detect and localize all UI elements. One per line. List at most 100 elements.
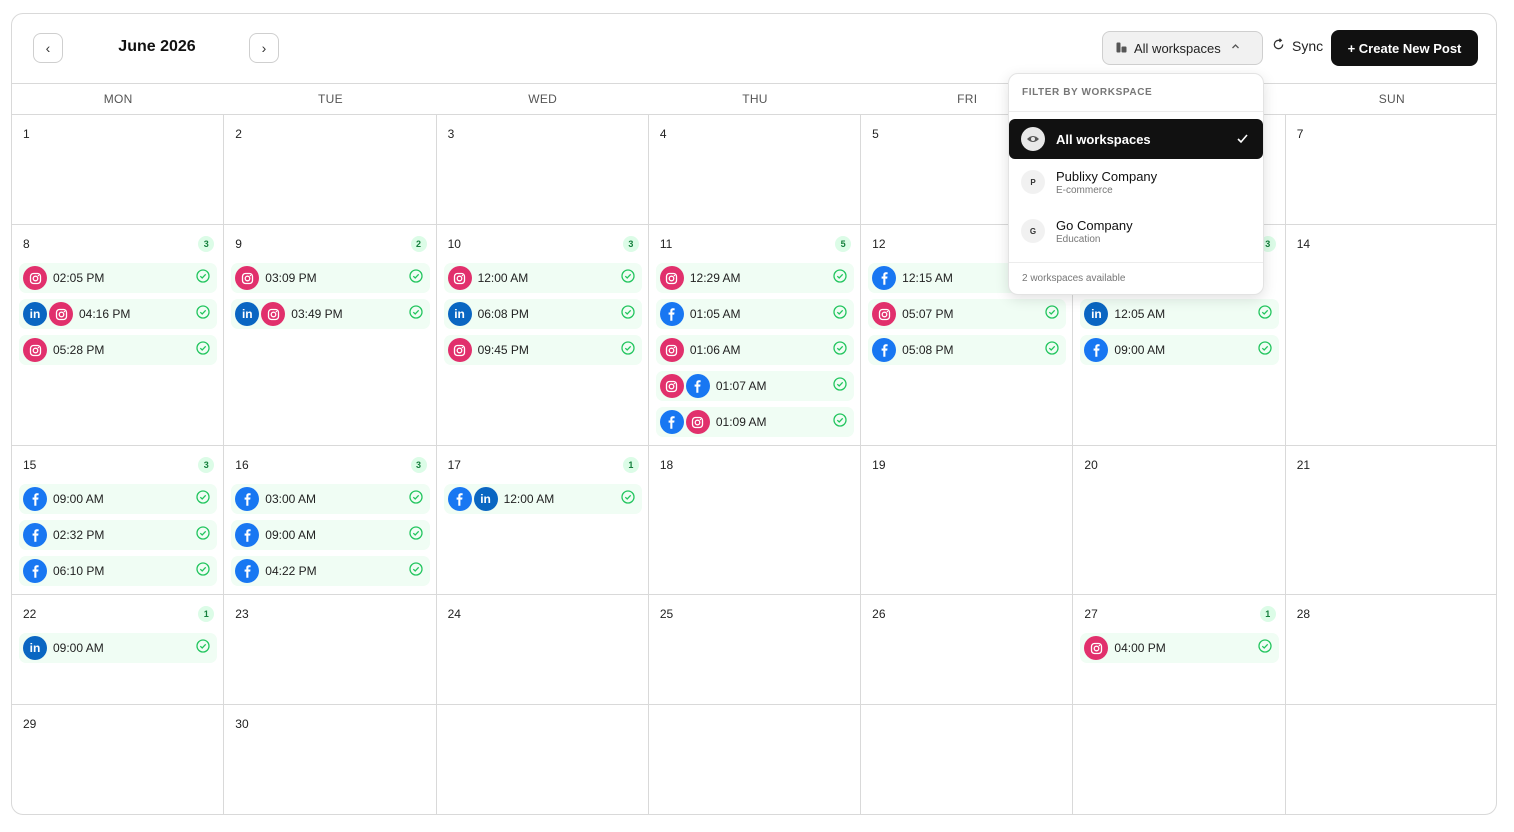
post-chip[interactable]: 09:00 AM [231, 520, 430, 550]
day-cell[interactable] [1286, 705, 1496, 814]
post-time: 05:28 PM [53, 343, 105, 357]
workspace-option-all[interactable]: All workspaces [1009, 119, 1263, 159]
prev-month-button[interactable]: ‹ [33, 33, 63, 63]
day-cell[interactable]: 18 [649, 446, 862, 594]
workspace-filter-label: All workspaces [1134, 40, 1221, 56]
day-cell[interactable] [1073, 705, 1286, 814]
day-cell[interactable]: 17 1 in 12:00 AM [437, 446, 649, 594]
post-chip[interactable]: 03:09 PM [231, 263, 430, 293]
post-chip[interactable]: in 12:05 AM [1080, 299, 1279, 329]
day-cell[interactable]: 22 1 in 09:00 AM [12, 595, 225, 704]
day-cell[interactable]: 1 [12, 115, 225, 224]
linkedin-icon: in [23, 636, 47, 660]
day-cell[interactable]: 11 5 12:29 AM 01:05 AM 01:06 AM 01:07 AM 01:09… [649, 225, 862, 445]
sync-button[interactable]: Sync [1272, 38, 1323, 54]
post-count-badge: 3 [410, 457, 427, 473]
day-cell[interactable]: 16 3 03:00 AM 09:00 AM 04:22 PM [224, 446, 437, 594]
weekday-label: THU [742, 92, 768, 106]
post-chip[interactable]: 04:00 PM [1080, 633, 1279, 663]
next-month-button[interactable]: › [249, 33, 279, 63]
create-new-post-button[interactable]: + Create New Post [1331, 30, 1478, 66]
post-chip[interactable]: 05:28 PM [19, 335, 218, 365]
post-chip[interactable]: 05:08 PM [868, 335, 1067, 365]
published-check-icon [196, 638, 213, 658]
post-chip[interactable]: 01:07 AM [655, 371, 855, 401]
day-cell[interactable]: 25 [649, 595, 862, 704]
day-number [1080, 715, 1278, 733]
workspace-filter-button[interactable]: All workspaces [1102, 31, 1263, 65]
day-cell[interactable]: 4 [649, 115, 862, 224]
day-cell[interactable] [861, 705, 1074, 814]
day-cell[interactable]: 10 3 12:00 AM in 06:08 PM 09:45 PM [437, 225, 649, 445]
post-chip[interactable]: 03:00 AM [231, 484, 430, 514]
post-chip[interactable]: 04:22 PM [231, 556, 430, 586]
day-cell[interactable]: 21 [1286, 446, 1496, 594]
post-chip[interactable]: 09:45 PM [443, 335, 642, 365]
day-cell[interactable]: 20 [1073, 446, 1286, 594]
day-cell[interactable]: 3 [437, 115, 649, 224]
workspace-option-publixy[interactable]: P Publixy Company E-commerce [1009, 162, 1263, 202]
post-chip[interactable]: 05:07 PM [868, 299, 1067, 329]
post-chip[interactable]: in 04:16 PM [19, 299, 218, 329]
day-cell[interactable]: 8 3 02:05 PM in 04:16 PM 05:28 PM [12, 225, 225, 445]
post-chip[interactable]: in 06:08 PM [443, 299, 642, 329]
day-number: 2 [235, 127, 242, 141]
day-cell[interactable]: 15 3 09:00 AM 02:32 PM 06:10 PM [12, 446, 225, 594]
facebook-icon [23, 523, 47, 547]
published-check-icon [196, 340, 213, 360]
post-chip[interactable]: 09:00 AM [1080, 335, 1279, 365]
instagram-icon [659, 374, 684, 398]
workspace-avatar: G [1021, 219, 1045, 243]
day-cell[interactable]: 9 2 03:09 PM in 03:49 PM [224, 225, 437, 445]
post-chip[interactable]: 02:05 PM [19, 263, 218, 293]
post-chip[interactable]: in 03:49 PM [231, 299, 430, 329]
workspace-option-category: Education [1056, 233, 1101, 245]
published-check-icon [408, 304, 426, 324]
day-cell[interactable]: 29 [12, 705, 225, 814]
day-cell[interactable]: 28 [1286, 595, 1496, 704]
post-list: 02:05 PM in 04:16 PM 05:28 PM [19, 263, 218, 365]
facebook-icon [23, 487, 47, 511]
day-cell[interactable]: 14 [1286, 225, 1496, 445]
workspace-option-go[interactable]: G Go Company Education [1009, 211, 1263, 251]
post-chip[interactable]: 12:29 AM [655, 263, 855, 293]
post-time: 03:00 AM [265, 492, 316, 506]
post-chip[interactable]: 01:06 AM [655, 335, 855, 365]
day-cell[interactable]: 19 [861, 446, 1074, 594]
published-check-icon [621, 489, 638, 509]
facebook-icon [1084, 338, 1109, 362]
post-chip[interactable]: 09:00 AM [19, 484, 218, 514]
day-cell[interactable] [649, 705, 862, 814]
day-number: 7 [1296, 127, 1304, 141]
post-time: 09:00 AM [265, 528, 316, 542]
day-cell[interactable]: 2 [224, 115, 437, 224]
day-number [444, 715, 642, 733]
day-cell[interactable]: 7 [1286, 115, 1496, 224]
day-cell[interactable] [437, 705, 649, 814]
published-check-icon [196, 304, 213, 324]
post-chip[interactable]: 06:10 PM [19, 556, 218, 586]
post-time: 06:08 PM [477, 307, 529, 321]
linkedin-icon: in [235, 302, 260, 326]
published-check-icon [1045, 304, 1062, 324]
post-chip[interactable]: 01:09 AM [655, 407, 855, 437]
day-cell[interactable]: 30 [224, 705, 437, 814]
published-check-icon [408, 561, 426, 581]
day-cell[interactable]: 24 [437, 595, 649, 704]
post-time: 04:00 PM [1114, 641, 1166, 655]
post-time: 01:06 AM [689, 343, 741, 357]
day-cell[interactable]: 23 [224, 595, 437, 704]
instagram-icon [49, 302, 73, 326]
post-chip[interactable]: 01:05 AM [655, 299, 855, 329]
post-chip[interactable]: in 12:00 AM [443, 484, 642, 514]
post-time: 03:09 PM [265, 271, 317, 285]
post-chip[interactable]: in 09:00 AM [19, 633, 218, 663]
published-check-icon [621, 268, 638, 288]
post-chip[interactable]: 12:00 AM [443, 263, 642, 293]
post-chip[interactable]: 02:32 PM [19, 520, 218, 550]
day-number: 29 [23, 717, 37, 731]
post-time: 12:00 AM [503, 492, 555, 506]
facebook-icon [447, 487, 472, 511]
day-cell[interactable]: 27 1 04:00 PM [1073, 595, 1286, 704]
day-cell[interactable]: 26 [861, 595, 1074, 704]
